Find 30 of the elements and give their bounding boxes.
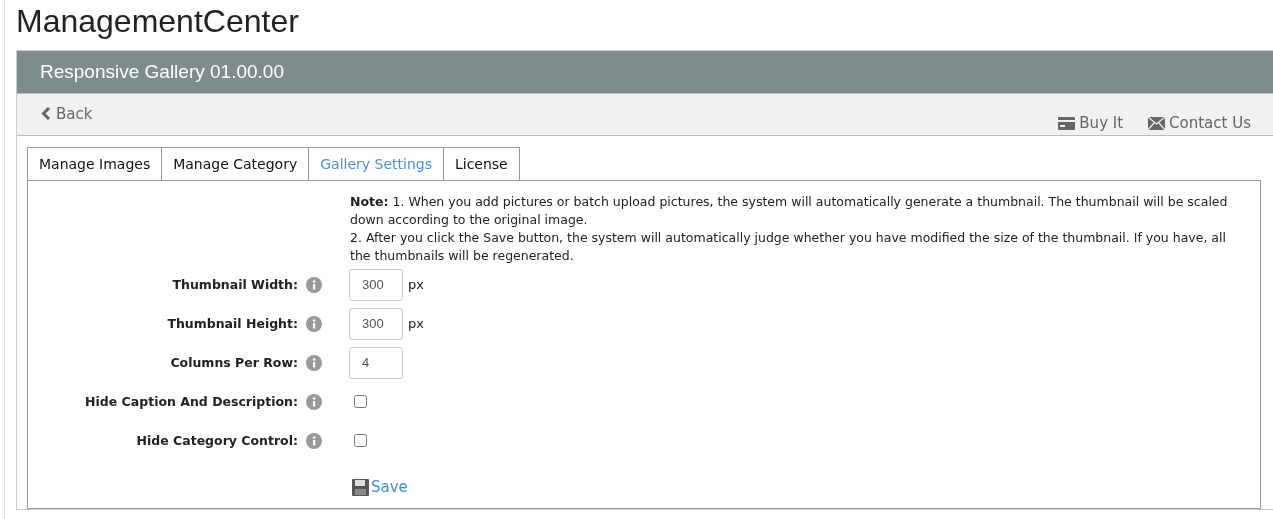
unit-label: px [408, 316, 424, 331]
info-icon[interactable] [306, 276, 322, 293]
info-icon[interactable] [306, 393, 322, 410]
chevron-left-icon [41, 107, 51, 120]
panel-title: Responsive Gallery 01.00.00 [40, 61, 284, 83]
field-label: Thumbnail Height: [167, 316, 298, 331]
buy-link[interactable]: Buy It [1058, 114, 1124, 132]
contact-link[interactable]: Contact Us [1148, 114, 1251, 132]
field-label: Hide Caption And Description: [85, 394, 298, 409]
number-field[interactable]: 300 [349, 268, 403, 301]
field-label: Thumbnail Width: [172, 277, 298, 292]
checkbox[interactable] [354, 395, 367, 408]
info-icon[interactable] [306, 354, 322, 371]
note-text: Note: 1. When you add pictures or batch upload pictures, the system will automatically generate a thumbnail. The thumbnail will be scaled down according to the original image. [350, 193, 1229, 229]
back-link[interactable]: Back [41, 92, 93, 135]
note-text: 2. After you click the Save button, the system will automatically judge whether you have modified the size of the thumbnail. If you have, all the thumbnails will be regenerated. [350, 229, 1227, 265]
field-label: Columns Per Row: [170, 355, 298, 370]
number-field[interactable]: 300 [349, 307, 403, 340]
tab[interactable]: Manage Images [27, 147, 163, 180]
page-title: ManagementCenter [16, 2, 300, 41]
info-icon[interactable] [306, 315, 322, 332]
field-label: Hide Category Control: [136, 433, 298, 448]
save-link[interactable]: Save [352, 478, 408, 496]
number-field[interactable]: 4 [349, 346, 403, 379]
envelope-icon [1148, 116, 1166, 130]
info-icon[interactable] [306, 432, 322, 449]
credit-card-icon [1058, 116, 1076, 130]
unit-label: px [408, 277, 424, 292]
checkbox[interactable] [354, 434, 367, 447]
tab[interactable]: License [442, 147, 520, 180]
